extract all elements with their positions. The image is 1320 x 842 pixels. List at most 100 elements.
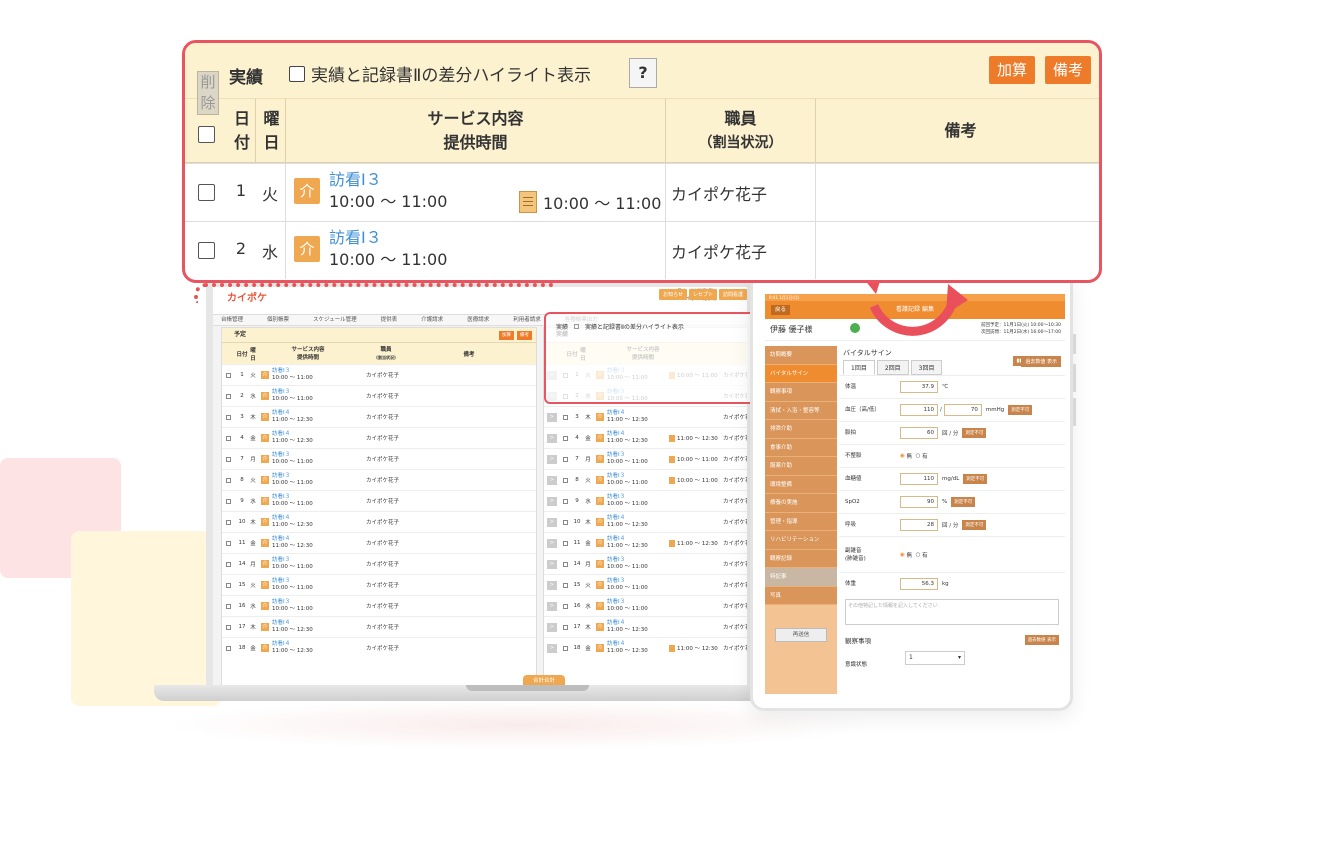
menu-item[interactable]: 医療請求 — [467, 315, 489, 325]
sidebar-item[interactable]: 訪問概要 — [765, 346, 837, 365]
header-button[interactable]: 訪問看護 — [718, 289, 747, 300]
row-checkbox[interactable] — [226, 540, 231, 546]
copy-arrow-button[interactable]: > — [547, 643, 557, 653]
row-checkbox[interactable] — [226, 582, 231, 588]
vital-input[interactable]: 28 — [900, 519, 938, 531]
sidebar-item[interactable]: 排泄介助 — [765, 420, 837, 439]
copy-arrow-button[interactable]: > — [547, 496, 557, 506]
row-checkbox[interactable] — [563, 582, 568, 588]
service-link[interactable]: 訪看Ⅰ３ — [607, 452, 625, 458]
sidebar-item[interactable]: 清拭・入浴・整容等 — [765, 401, 837, 420]
service-link[interactable]: 訪看Ⅰ４ — [272, 536, 290, 542]
menu-item[interactable]: 台帳管理 — [221, 315, 243, 325]
row-checkbox[interactable] — [226, 519, 231, 525]
highlight-checkbox[interactable] — [574, 324, 580, 329]
row-checkbox[interactable] — [226, 414, 231, 420]
menu-item[interactable]: 個別帳票 — [267, 315, 289, 325]
menu-item[interactable]: スケジュール管理 — [313, 315, 357, 325]
sidebar-item[interactable]: 療養の実施 — [765, 494, 837, 513]
row-checkbox[interactable] — [563, 498, 568, 504]
service-link[interactable]: 訪看Ⅰ４ — [607, 410, 625, 416]
service-link[interactable]: 訪看Ⅰ４ — [607, 620, 625, 626]
sidebar-item[interactable]: 服薬介助 — [765, 457, 837, 476]
service-link[interactable]: 訪看Ⅰ４ — [272, 515, 290, 521]
service-link[interactable]: 訪看Ⅰ３ — [272, 578, 290, 584]
plan-add-button[interactable]: 加算 — [499, 331, 514, 340]
copy-arrow-button[interactable]: > — [547, 412, 557, 422]
radio-yes[interactable]: ○ — [916, 552, 921, 558]
row-checkbox[interactable] — [226, 372, 231, 378]
sidebar-item[interactable]: 環境整備 — [765, 475, 837, 494]
row-checkbox[interactable] — [226, 603, 231, 609]
row-checkbox[interactable] — [226, 624, 231, 630]
service-link[interactable]: 訪看Ⅰ３ — [607, 599, 625, 605]
select-all-checkbox[interactable] — [198, 126, 215, 143]
sidebar-item[interactable]: リハビリテーション — [765, 531, 837, 550]
service-link[interactable]: 訪看Ⅰ３ — [607, 494, 625, 500]
service-link[interactable]: 訪看Ⅰ３ — [329, 170, 382, 189]
round-tab[interactable]: 1回目 — [843, 360, 875, 375]
service-link[interactable]: 訪看Ⅰ３ — [272, 494, 290, 500]
sidebar-item[interactable]: 食事介助 — [765, 438, 837, 457]
service-link[interactable]: 訪看Ⅰ３ — [329, 228, 382, 247]
service-link[interactable]: 訪看Ⅰ４ — [607, 431, 625, 437]
copy-arrow-button[interactable]: > — [547, 622, 557, 632]
row-checkbox[interactable] — [226, 645, 231, 651]
service-link[interactable]: 訪看Ⅰ３ — [272, 389, 290, 395]
sidebar-item[interactable]: 観察記録 — [765, 549, 837, 568]
past-values-button[interactable]: 過去数値 表示 — [1021, 356, 1061, 367]
service-link[interactable]: 訪看Ⅰ３ — [272, 452, 290, 458]
round-tab[interactable]: 3回目 — [910, 360, 943, 375]
row-checkbox[interactable] — [563, 456, 568, 462]
row-checkbox[interactable] — [198, 242, 215, 259]
service-link[interactable]: 訪看Ⅰ３ — [607, 578, 625, 584]
service-link[interactable]: 訪看Ⅰ３ — [272, 473, 290, 479]
vital-input[interactable]: 56.3 — [900, 578, 938, 590]
service-link[interactable]: 訪看Ⅰ４ — [607, 641, 625, 647]
radio-no[interactable]: ◉ — [900, 453, 905, 459]
vital-input[interactable]: 110 — [900, 404, 938, 416]
radio-yes[interactable]: ○ — [916, 453, 921, 459]
diff-highlight-toggle[interactable]: 実績と記録書Ⅱの差分ハイライト表示 — [289, 61, 591, 86]
vital-input[interactable]: 90 — [900, 496, 938, 508]
radio-no[interactable]: ◉ — [900, 552, 905, 558]
row-checkbox[interactable] — [226, 498, 231, 504]
row-checkbox[interactable] — [563, 561, 568, 567]
not-measurable-button[interactable]: 測定不可 — [963, 474, 988, 484]
observation-past-button[interactable]: 過去数値 表示 — [1024, 635, 1059, 645]
row-checkbox[interactable] — [563, 603, 568, 609]
service-link[interactable]: 訪看Ⅰ３ — [272, 557, 290, 563]
add-button[interactable]: 加算 — [988, 56, 1035, 84]
sidebar-item[interactable]: バイタルサイン — [765, 364, 837, 383]
vital-input[interactable]: 37.9 — [900, 381, 938, 393]
row-checkbox[interactable] — [563, 435, 568, 441]
row-checkbox[interactable] — [226, 393, 231, 399]
service-link[interactable]: 訪看Ⅰ３ — [272, 368, 290, 374]
vital-input[interactable]: 60 — [900, 427, 938, 439]
sidebar-item[interactable]: 写真 — [765, 586, 837, 605]
service-link[interactable]: 訪看Ⅰ４ — [272, 431, 290, 437]
total-tab[interactable]: 合計合計 — [523, 675, 566, 685]
copy-arrow-button[interactable]: > — [547, 538, 557, 548]
row-checkbox[interactable] — [563, 477, 568, 483]
note-textarea[interactable]: その他特記した情報を記入してください — [845, 599, 1059, 625]
consciousness-select[interactable]: 1 ▾ — [905, 651, 965, 665]
copy-arrow-button[interactable]: > — [547, 454, 557, 464]
row-checkbox[interactable] — [563, 624, 568, 630]
menu-item[interactable]: 介護請求 — [421, 315, 443, 325]
sidebar-item[interactable]: 観察事項 — [765, 383, 837, 402]
service-link[interactable]: 訪看Ⅰ３ — [607, 557, 625, 563]
copy-arrow-button[interactable]: > — [547, 475, 557, 485]
not-measurable-button[interactable]: 測定不可 — [1008, 405, 1033, 415]
service-link[interactable]: 訪看Ⅰ３ — [272, 599, 290, 605]
row-checkbox[interactable] — [226, 456, 231, 462]
row-checkbox[interactable] — [226, 435, 231, 441]
service-link[interactable]: 訪看Ⅰ４ — [272, 410, 290, 416]
vital-input[interactable]: 110 — [900, 473, 938, 485]
not-measurable-button[interactable]: 測定不可 — [962, 520, 987, 530]
copy-arrow-button[interactable]: > — [547, 601, 557, 611]
not-measurable-button[interactable]: 測定不可 — [962, 428, 987, 438]
row-checkbox[interactable] — [563, 414, 568, 420]
sidebar-item[interactable]: 特記事 — [765, 568, 837, 587]
menu-item[interactable]: 利用者請求 — [513, 315, 541, 325]
